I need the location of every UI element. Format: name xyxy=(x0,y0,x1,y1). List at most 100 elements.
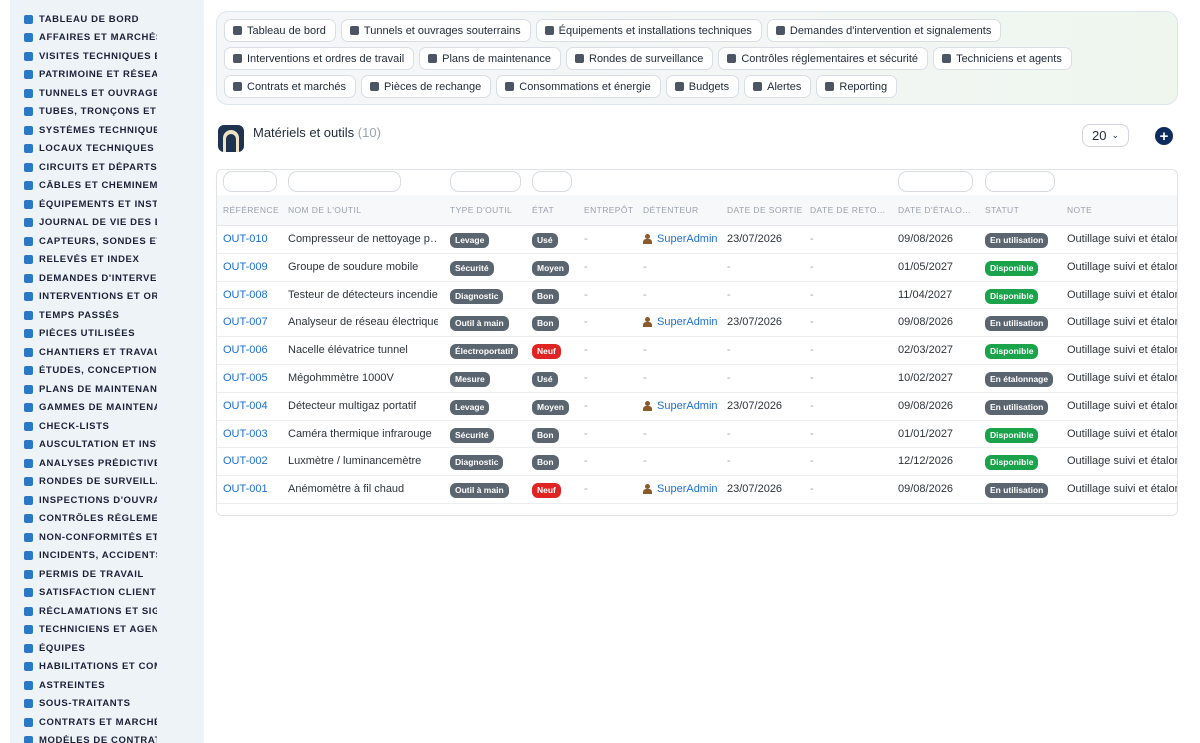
holder-link[interactable]: SuperAdmin xyxy=(643,483,718,495)
sidebar-item[interactable]: Check-lists xyxy=(10,417,204,436)
reference-link[interactable]: OUT-008 xyxy=(223,289,268,301)
column-header[interactable]: Date d'étalo… xyxy=(898,205,971,215)
sidebar-item[interactable]: Visites techniques et xyxy=(10,47,204,66)
nav-pill[interactable]: Alertes xyxy=(744,75,812,98)
sidebar-item[interactable]: Tableau de bord xyxy=(10,10,204,29)
nav-pill[interactable]: Contrats et marchés xyxy=(224,75,357,98)
nav-pill[interactable]: Techniciens et agents xyxy=(933,47,1072,70)
sidebar-item[interactable]: Rondes de surveillance xyxy=(10,473,204,492)
filter-type-input[interactable] xyxy=(450,171,521,192)
reference-link[interactable]: OUT-007 xyxy=(223,316,268,328)
table-row[interactable]: OUT-001 Anémomètre à fil chaud Outil à mai… xyxy=(217,476,1177,504)
reference-link[interactable]: OUT-002 xyxy=(223,455,268,467)
table-row[interactable]: OUT-003 Caméra thermique infrarouge Sécuri… xyxy=(217,421,1177,449)
nav-pill[interactable]: Rondes de surveillance xyxy=(566,47,714,70)
sidebar-item[interactable]: Inspections d'ouvrages xyxy=(10,491,204,510)
sidebar-item[interactable]: Analyses prédictives xyxy=(10,454,204,473)
sidebar-item[interactable]: Contrats et marchés xyxy=(10,713,204,732)
nav-pill[interactable]: Interventions et ordres de travail xyxy=(224,47,415,70)
nav-pill[interactable]: Plans de maintenance xyxy=(419,47,561,70)
nav-pill[interactable]: Consommations et énergie xyxy=(496,75,661,98)
sidebar-item[interactable]: Patrimoine et réseaux xyxy=(10,66,204,85)
sidebar-item[interactable]: Contrôles réglementaires xyxy=(10,510,204,529)
column-header[interactable]: Date de reto… xyxy=(810,205,886,215)
column-header[interactable]: État xyxy=(532,205,554,215)
column-header[interactable]: Note xyxy=(1067,205,1092,215)
sidebar-item[interactable]: Techniciens et agents xyxy=(10,621,204,640)
sidebar-item[interactable]: Gammes de maintenance xyxy=(10,399,204,418)
sidebar-item[interactable]: Temps passés xyxy=(10,306,204,325)
column-header[interactable]: Entrepôt xyxy=(584,205,633,215)
sidebar-item[interactable]: Tunnels et ouvrages xyxy=(10,84,204,103)
sidebar-item[interactable]: Satisfaction client xyxy=(10,584,204,603)
nav-pill[interactable]: Tunnels et ouvrages souterrains xyxy=(340,19,531,42)
column-header[interactable]: Nom de l'outil xyxy=(288,205,361,215)
table-row[interactable]: OUT-005 Mégohmmètre 1000V Mesure Usé - - - - 10/… xyxy=(217,365,1177,393)
filter-calibration-date-input[interactable] xyxy=(898,171,973,192)
sidebar-item[interactable]: Locaux techniques et xyxy=(10,140,204,159)
nav-pill[interactable]: Reporting xyxy=(816,75,898,98)
filter-status-input[interactable] xyxy=(985,171,1055,192)
table-row[interactable]: OUT-002 Luxmètre / luminancemètre Diagnost… xyxy=(217,448,1177,477)
sidebar-item[interactable]: Plans de maintenance xyxy=(10,380,204,399)
reference-link[interactable]: OUT-001 xyxy=(223,483,268,495)
nav-pill[interactable]: Équipements et installations techniques xyxy=(535,19,762,42)
sidebar-item[interactable]: Journal de vie des équipements xyxy=(10,214,204,233)
sidebar-item[interactable]: Interventions et ordres xyxy=(10,288,204,307)
reference-link[interactable]: OUT-004 xyxy=(223,400,268,412)
nav-pill-label: Contrats et marchés xyxy=(247,80,347,93)
nav-pill[interactable]: Contrôles réglementaires et sécurité xyxy=(718,47,929,70)
table-row[interactable]: OUT-010 Compresseur de nettoyage p… Levage… xyxy=(217,226,1177,254)
sidebar-item[interactable]: Chantiers et travaux xyxy=(10,343,204,362)
reference-link[interactable]: OUT-006 xyxy=(223,344,268,356)
add-button[interactable]: + xyxy=(1155,127,1173,145)
column-header[interactable]: Statut xyxy=(985,205,1019,215)
sidebar-item[interactable]: Pièces utilisées xyxy=(10,325,204,344)
holder-link[interactable]: SuperAdmin xyxy=(643,316,718,328)
sidebar-item[interactable]: Relevés et index xyxy=(10,251,204,270)
sidebar-item[interactable]: Astreintes xyxy=(10,676,204,695)
sidebar-item[interactable]: Réclamations et signalements xyxy=(10,602,204,621)
page-size-select[interactable]: 20 ⌄ xyxy=(1082,124,1129,147)
filter-state-input[interactable] xyxy=(532,171,572,192)
sidebar-item[interactable]: Études, conception et xyxy=(10,362,204,381)
column-header[interactable]: Référence xyxy=(223,205,279,215)
column-header[interactable]: Détenteur xyxy=(643,205,699,215)
table-row[interactable]: OUT-008 Testeur de détecteurs incendie Dia… xyxy=(217,282,1177,310)
nav-pill[interactable]: Demandes d'intervention et signalements xyxy=(766,19,1002,42)
sidebar-item[interactable]: Circuits et départs électriques xyxy=(10,158,204,177)
sidebar-item[interactable]: Tubes, tronçons et zones xyxy=(10,103,204,122)
sidebar-item[interactable]: Auscultation et instrumentation xyxy=(10,436,204,455)
nav-pill[interactable]: Tableau de bord xyxy=(224,19,336,42)
column-header[interactable]: Type d'outil xyxy=(450,205,512,215)
reference-link[interactable]: OUT-010 xyxy=(223,233,268,245)
table-row[interactable]: OUT-006 Nacelle élévatrice tunnel Électrop… xyxy=(217,337,1177,365)
reference-link[interactable]: OUT-003 xyxy=(223,428,268,440)
table-row[interactable]: OUT-009 Groupe de soudure mobile Sécurité M… xyxy=(217,254,1177,282)
sidebar-item[interactable]: Incidents, accidents et xyxy=(10,547,204,566)
reference-link[interactable]: OUT-005 xyxy=(223,372,268,384)
table-row[interactable]: OUT-004 Détecteur multigaz portatif Levage… xyxy=(217,393,1177,421)
filter-reference-input[interactable] xyxy=(223,171,277,192)
sidebar-item[interactable]: Sous-traitants xyxy=(10,695,204,714)
holder-link[interactable]: SuperAdmin xyxy=(643,233,718,245)
column-header[interactable]: Date de sortie xyxy=(727,205,803,215)
sidebar-item[interactable]: Capteurs, sondes et compteurs xyxy=(10,232,204,251)
sidebar-item[interactable]: Systèmes techniques xyxy=(10,121,204,140)
filter-name-input[interactable] xyxy=(288,171,401,192)
sidebar-item[interactable]: Non-conformités et actions xyxy=(10,528,204,547)
sidebar-item[interactable]: Affaires et marchés xyxy=(10,29,204,48)
table-row[interactable]: OUT-007 Analyseur de réseau électrique Out… xyxy=(217,309,1177,338)
sidebar-item[interactable]: Équipes xyxy=(10,639,204,658)
sidebar-item[interactable]: Demandes d'intervention xyxy=(10,269,204,288)
sidebar-item[interactable]: Équipements et installations xyxy=(10,195,204,214)
sidebar-item[interactable]: Habilitations et compétences xyxy=(10,658,204,677)
sidebar-item[interactable]: Modèles de contrats xyxy=(10,732,204,743)
sidebar-item[interactable]: Câbles et cheminements xyxy=(10,177,204,196)
nav-pill[interactable]: Pièces de rechange xyxy=(361,75,492,98)
return-date: - xyxy=(810,288,814,301)
holder-link[interactable]: SuperAdmin xyxy=(643,400,718,412)
sidebar-item[interactable]: Permis de travail xyxy=(10,565,204,584)
reference-link[interactable]: OUT-009 xyxy=(223,261,268,273)
nav-pill[interactable]: Budgets xyxy=(665,75,740,98)
